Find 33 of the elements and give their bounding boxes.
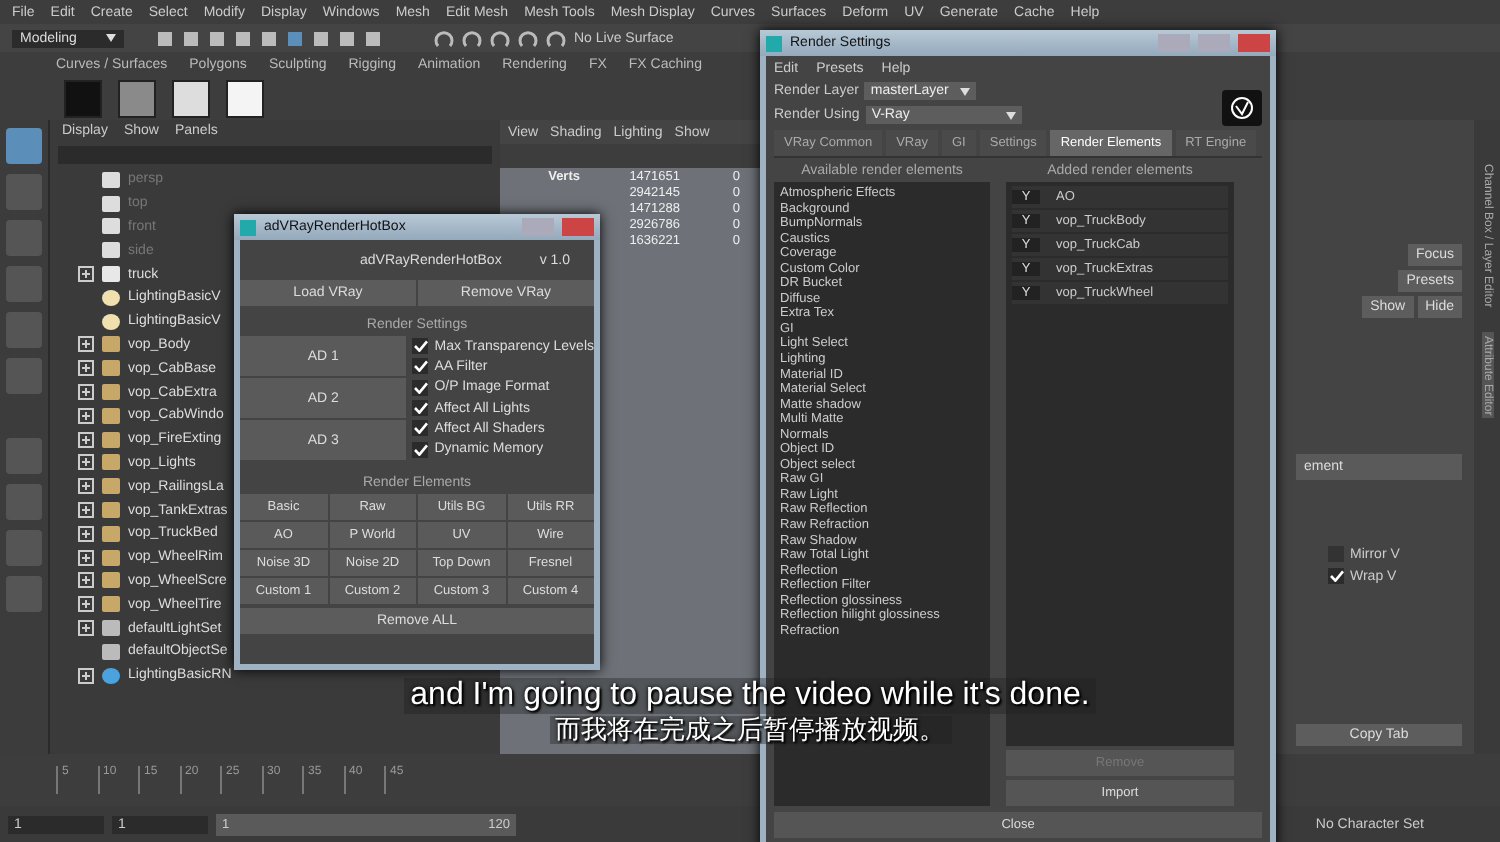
checkbox[interactable] [412,420,429,437]
app-icon [240,219,256,235]
expand-icon[interactable] [78,667,94,684]
expand-icon[interactable] [78,620,94,637]
expand-icon[interactable] [78,596,94,613]
expand-icon[interactable] [78,336,94,353]
expand-icon[interactable] [78,384,94,401]
checkbox[interactable] [412,338,429,355]
expand-icon[interactable] [78,549,94,566]
expand-icon[interactable] [78,431,94,448]
expand-icon[interactable] [78,266,94,283]
subtitle: and I'm going to pause the video while it's done. [404,678,1096,714]
checkbox[interactable] [412,358,429,375]
checkbox[interactable] [412,379,429,396]
expand-icon[interactable] [78,360,94,377]
expand-icon[interactable] [78,454,94,471]
shelf-icon[interactable] [226,79,264,117]
caret-icon [1005,111,1016,119]
expand-icon[interactable] [78,525,94,542]
caret-icon [106,34,116,42]
expand-icon[interactable] [78,572,94,589]
expand-icon[interactable] [78,407,94,424]
caret-icon [960,87,971,95]
expand-icon[interactable] [78,478,94,495]
checkbox[interactable] [1328,568,1344,584]
check-icon [1329,570,1343,582]
logo-icon [1222,90,1262,126]
checkbox[interactable] [412,400,429,417]
checkbox[interactable] [412,441,429,458]
expand-icon[interactable] [78,502,94,519]
subtitle: 而我将在完成之后暂停播放视频。 [549,715,951,744]
shelf-icon[interactable] [172,79,210,117]
app-icon [766,35,782,51]
